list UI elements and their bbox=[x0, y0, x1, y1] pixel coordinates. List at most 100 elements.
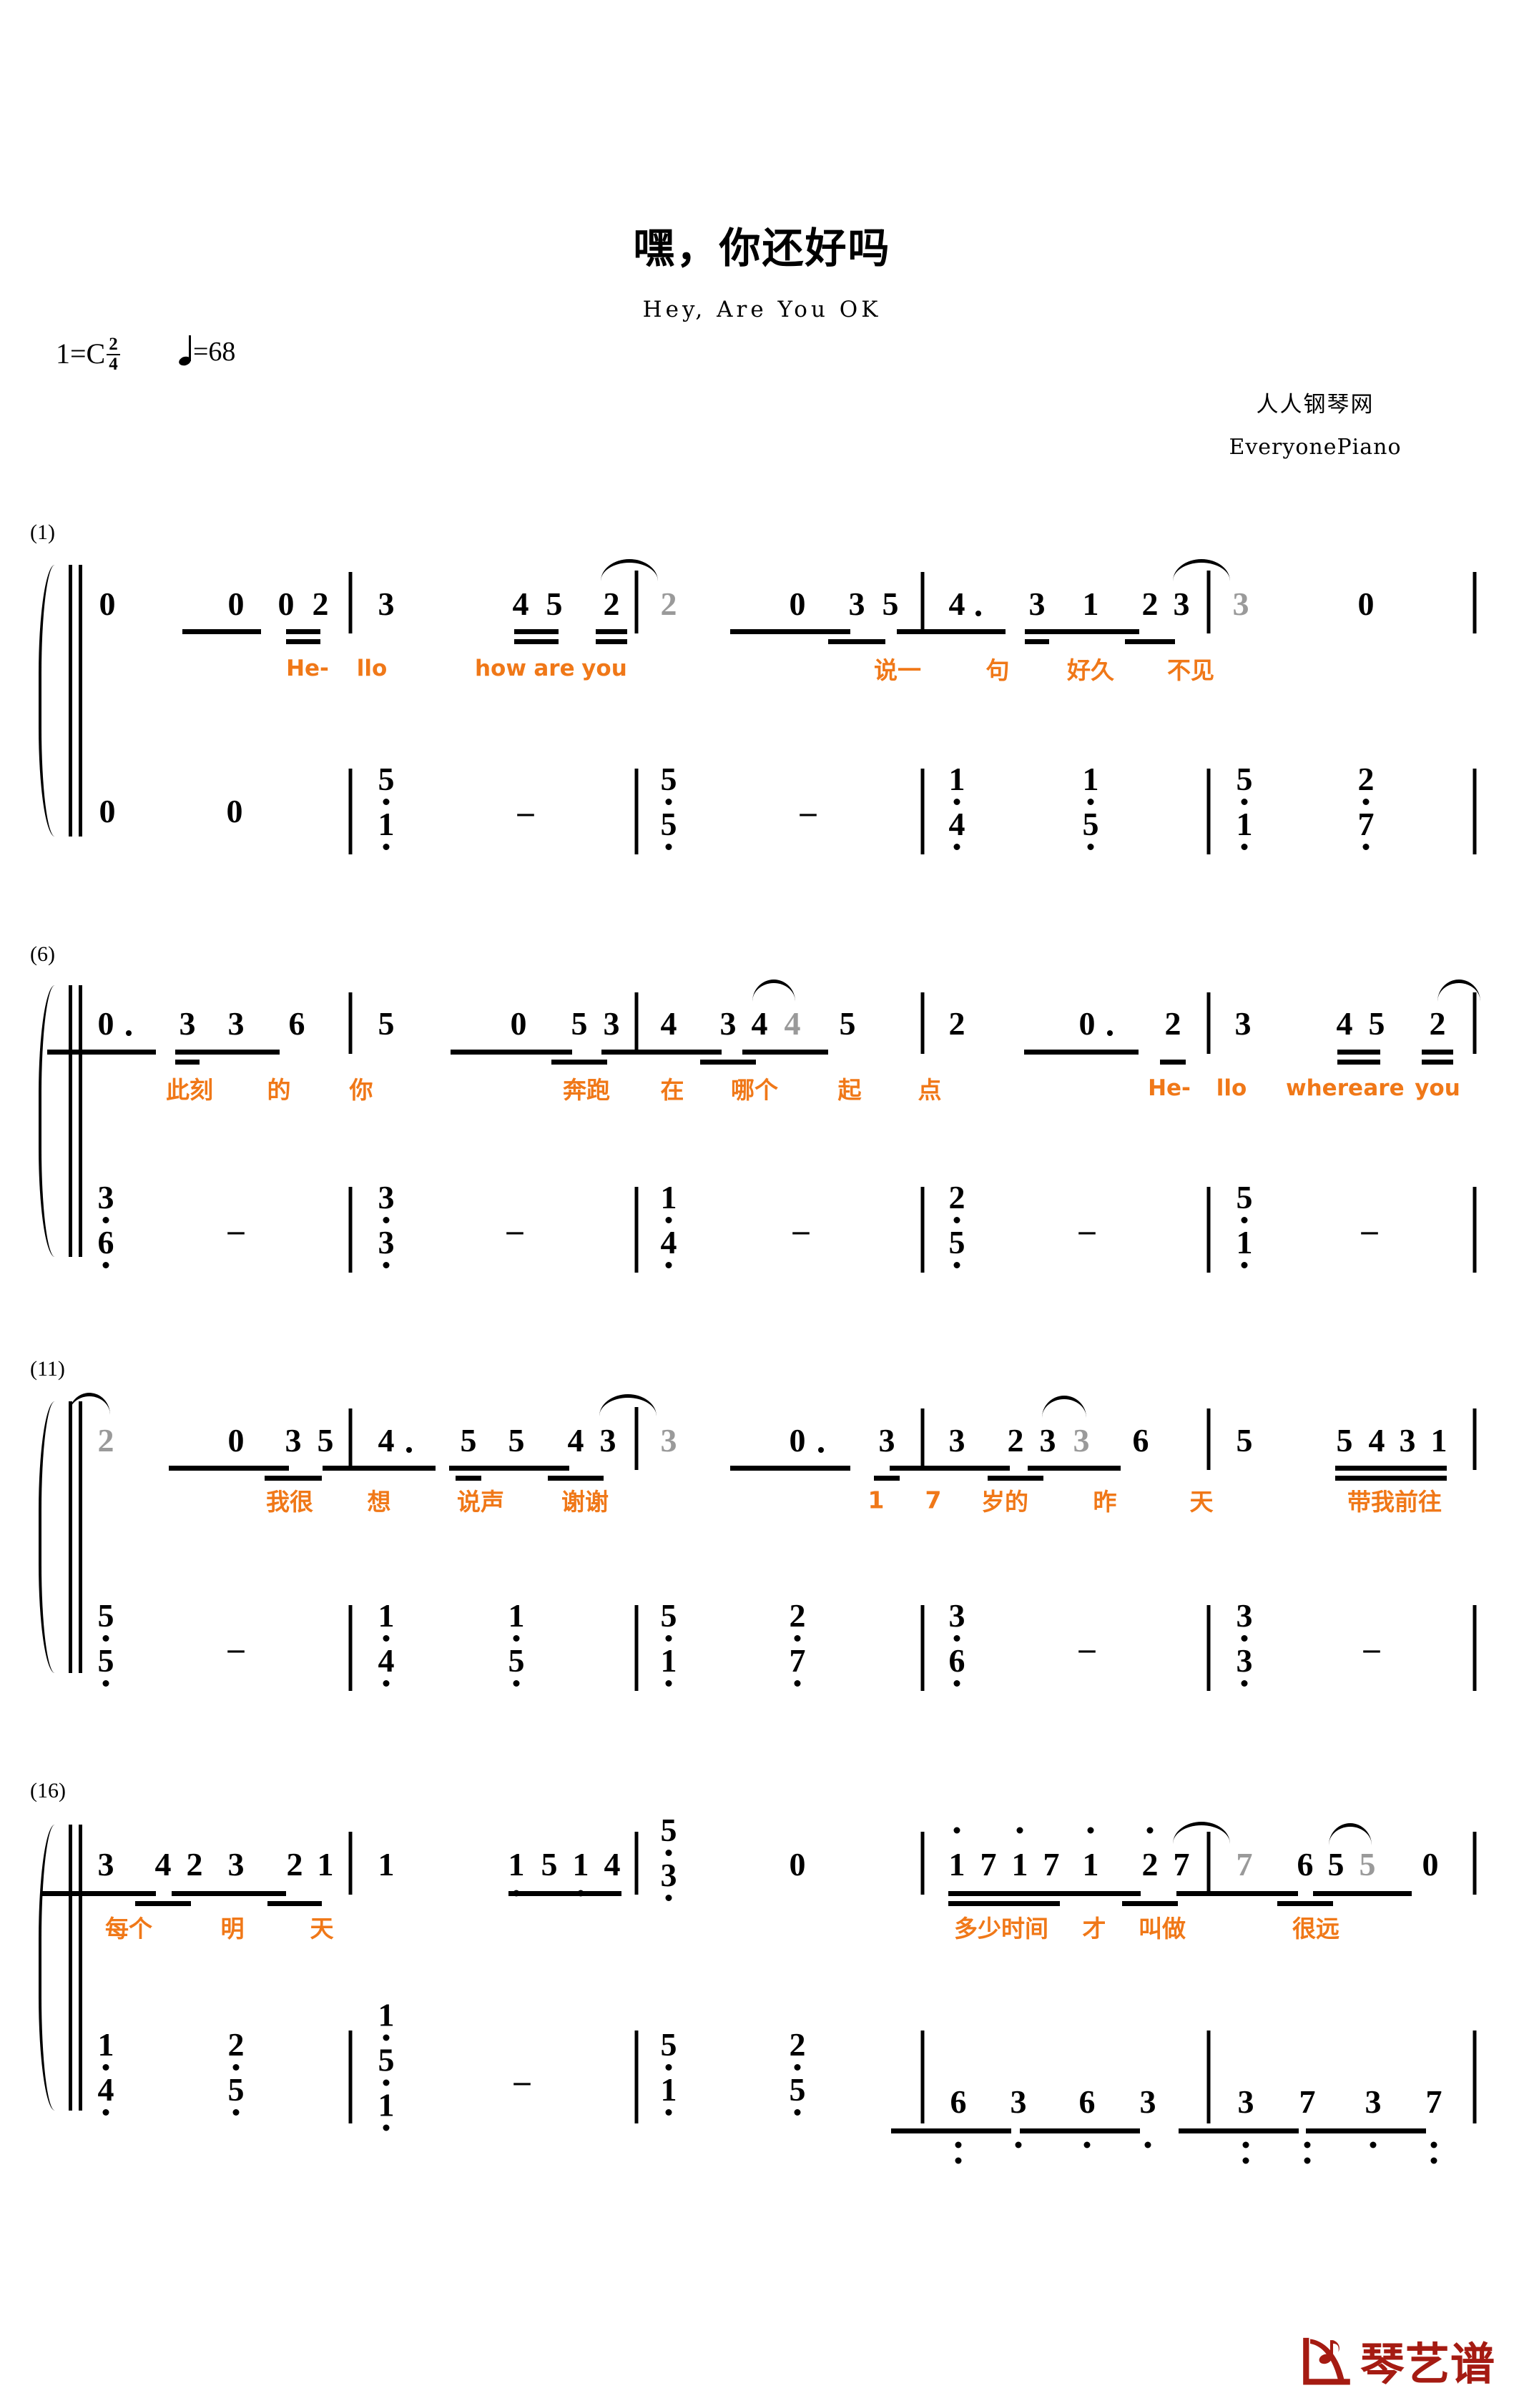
octave-dot-low bbox=[955, 2141, 962, 2148]
octave-dot bbox=[953, 1262, 960, 1268]
beam bbox=[1122, 1901, 1178, 1906]
chord-note: 5 bbox=[660, 1812, 677, 1848]
octave-dot-low bbox=[1304, 2157, 1311, 2164]
note-tied: 5 bbox=[1359, 1846, 1376, 1883]
tie-slur bbox=[752, 980, 795, 1002]
measure-number-16: (16) bbox=[30, 1779, 66, 1802]
augmentation-dot bbox=[126, 1030, 132, 1036]
octave-dot bbox=[1241, 844, 1248, 850]
octave-dot-low bbox=[1144, 2141, 1151, 2148]
octave-dot bbox=[1362, 799, 1370, 805]
chord-note: 2 bbox=[227, 2026, 245, 2063]
note: 2 bbox=[1141, 1846, 1159, 1883]
chord-note: 6 bbox=[97, 1224, 114, 1260]
beam bbox=[456, 1476, 481, 1481]
note: 6 bbox=[1132, 1422, 1149, 1459]
lyric: 叫做 bbox=[1139, 1915, 1186, 1943]
lyric: 岁的 bbox=[981, 1488, 1028, 1516]
note: 0 bbox=[226, 793, 243, 829]
beam bbox=[890, 1466, 1010, 1471]
note: 6 bbox=[1078, 2083, 1096, 2120]
tie-slur bbox=[1173, 1822, 1230, 1844]
note-tied: 2 bbox=[97, 1422, 114, 1459]
note: 4 bbox=[512, 586, 529, 622]
octave-dot bbox=[1241, 1635, 1248, 1642]
barline bbox=[1473, 1187, 1477, 1273]
chord-note: 1 bbox=[660, 2071, 677, 2108]
beam bbox=[1125, 639, 1175, 644]
note-tied: 2 bbox=[660, 586, 677, 622]
beam bbox=[730, 1466, 850, 1471]
chord-note: 5 bbox=[508, 1642, 525, 1679]
measure-number-6: (6) bbox=[30, 942, 55, 966]
octave-dot bbox=[665, 2109, 672, 2116]
chord-note: 5 bbox=[227, 2071, 245, 2108]
beam bbox=[41, 1891, 156, 1896]
bass-chord: 5 1 bbox=[661, 2028, 677, 2118]
beam bbox=[267, 1901, 322, 1906]
grand-staff-brace-3 bbox=[39, 1401, 66, 1673]
beam bbox=[182, 629, 261, 634]
barline bbox=[1206, 1832, 1211, 1895]
note: 4 bbox=[604, 1846, 621, 1883]
note: 3 bbox=[1173, 586, 1190, 622]
beam bbox=[323, 1466, 436, 1471]
chord-note: 3 bbox=[378, 1179, 395, 1215]
beam bbox=[1025, 639, 1049, 644]
octave-dot-low bbox=[1430, 2157, 1437, 2164]
note-tied: 3 bbox=[1232, 586, 1249, 622]
octave-dot bbox=[1241, 1680, 1248, 1687]
time-signature-numerator: 2 bbox=[107, 335, 120, 355]
barline bbox=[920, 1408, 925, 1470]
chord-note: 7 bbox=[789, 1642, 806, 1679]
tie-slur bbox=[1173, 559, 1230, 581]
note: 2 bbox=[1429, 1005, 1446, 1042]
beam bbox=[1026, 1891, 1141, 1896]
note: 0 bbox=[1078, 1005, 1096, 1042]
bass-chord: 1 5 1 bbox=[378, 1998, 395, 2134]
octave-dot bbox=[665, 1850, 672, 1856]
time-signature: 2 4 bbox=[107, 335, 120, 373]
chord-note: 2 bbox=[1357, 761, 1375, 797]
note: 2 bbox=[186, 1846, 203, 1883]
site-logo[interactable]: 琴艺谱 bbox=[1297, 2328, 1495, 2392]
lyric: are bbox=[1363, 1075, 1405, 1101]
lyric: 天 bbox=[310, 1915, 334, 1943]
key-signature: 1=C 2 4 bbox=[56, 335, 120, 373]
note: 5 bbox=[1327, 1846, 1344, 1883]
lyric: 此刻 bbox=[166, 1076, 213, 1104]
lyric: 每个 bbox=[105, 1915, 152, 1943]
bass-chord: 5 1 bbox=[378, 763, 395, 853]
grand-staff-brace-1 bbox=[39, 565, 66, 837]
note: 3 bbox=[179, 1005, 196, 1042]
octave-dot bbox=[953, 1680, 960, 1687]
chord-note: 4 bbox=[97, 2071, 114, 2108]
barline bbox=[348, 1605, 353, 1691]
note: 0 bbox=[99, 586, 116, 622]
barline bbox=[1206, 1408, 1211, 1470]
octave-dot-low bbox=[1430, 2141, 1437, 2148]
octave-dot-low bbox=[1304, 2141, 1311, 2148]
octave-dot bbox=[794, 1680, 801, 1687]
chord-note: 1 bbox=[378, 806, 395, 842]
chord-note: 4 bbox=[378, 1642, 395, 1679]
beam bbox=[596, 629, 627, 634]
chord-note: 2 bbox=[789, 1597, 806, 1634]
note: 3 bbox=[719, 1005, 737, 1042]
octave-dot bbox=[232, 2109, 240, 2116]
note: 5 bbox=[1368, 1005, 1385, 1042]
octave-dot bbox=[102, 2064, 109, 2071]
beam bbox=[828, 639, 885, 644]
octave-dot-low bbox=[1242, 2157, 1249, 2164]
barline bbox=[1206, 1605, 1211, 1691]
note: 0 bbox=[227, 586, 245, 622]
note: 7 bbox=[1043, 1846, 1060, 1883]
sustain-dash: – bbox=[792, 1211, 810, 1248]
lyric: 哪个 bbox=[731, 1076, 778, 1104]
barline bbox=[1473, 2030, 1477, 2123]
barline bbox=[1206, 992, 1211, 1054]
note: 1 bbox=[508, 1846, 525, 1883]
barline bbox=[920, 1187, 925, 1273]
note: 5 bbox=[546, 586, 563, 622]
lyric: 说声 bbox=[457, 1488, 504, 1516]
